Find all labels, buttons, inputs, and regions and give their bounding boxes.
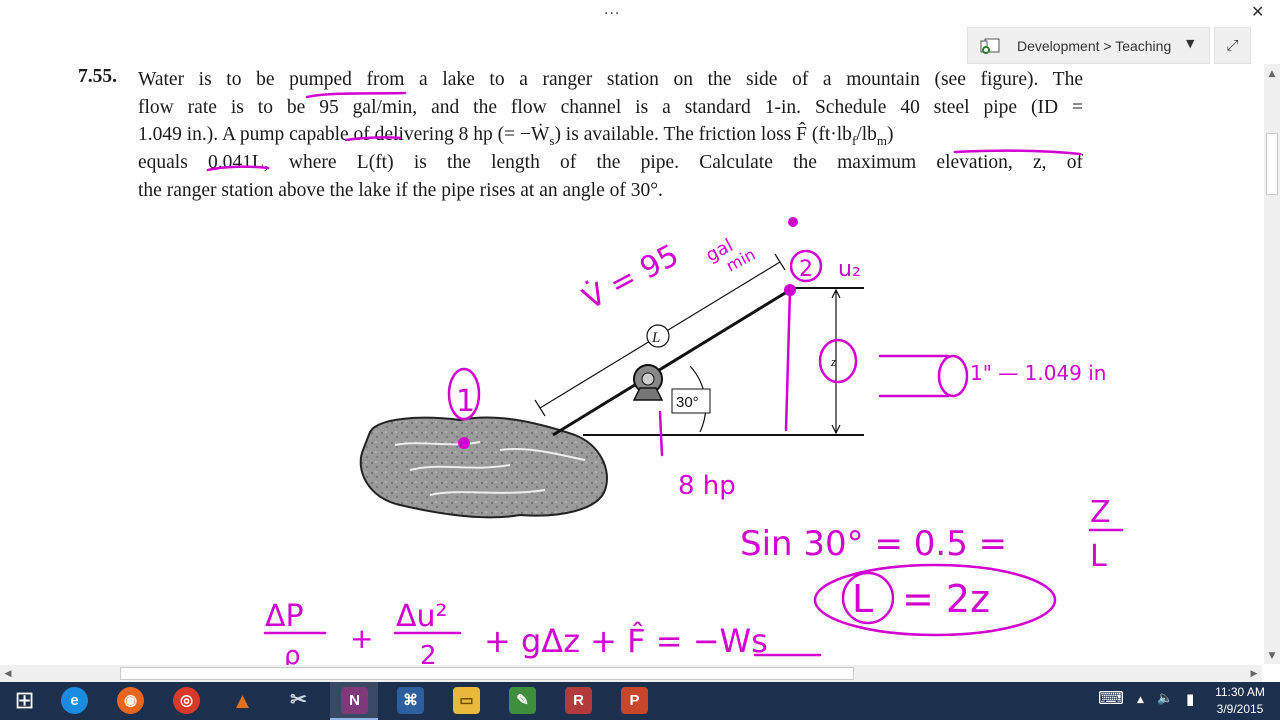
taskbar-matlab[interactable]: ▲ [218,682,266,720]
clock-time[interactable]: 11:30 AM [1210,685,1270,699]
figure-canvas: L z 30° 1 2 u₂ V̇ = 95 gal min 8 hp 1" —… [206,91,1124,665]
flow-dot [788,217,798,227]
underline [344,136,402,142]
pipe-size-label: 1" — 1.049 in [970,361,1106,385]
scroll-right-arrow-icon[interactable]: ▶ [1246,666,1262,682]
energy-rho: ρ [284,641,301,665]
taskbar-network-app[interactable]: ⌘ [386,682,434,720]
pump-icon [632,364,664,401]
pipe-sketch-end [937,354,969,398]
energy-dp: ΔP [265,599,304,634]
keyboard-icon[interactable]: ⌨ [1098,688,1124,709]
taskbar-snipping-tool[interactable]: ✂ [274,682,322,720]
taskbar-firefox[interactable]: ◉ [106,682,154,720]
folder-icon: ▭ [453,687,480,714]
taskbar-file-explorer[interactable]: ▭ [442,682,490,720]
fraction-numerator: Z [1090,495,1111,530]
volume-icon[interactable]: 🔈 [1157,691,1173,706]
taskbar-powerpoint[interactable]: P [610,682,658,720]
snipping-tool-icon: ✂ [290,689,307,711]
network-app-icon: ⌘ [397,687,424,714]
taskbar-paint[interactable]: ✎ [498,682,546,720]
point2-dot [784,284,796,296]
battery-icon[interactable]: ▮ [1186,690,1194,708]
pump-stroke [658,410,664,457]
chrome-icon: ◎ [173,687,200,714]
scroll-down-arrow-icon[interactable]: ▼ [1264,648,1280,664]
underline [953,149,1082,156]
z-circle [818,338,858,384]
sin-equation: Sin 30° = 0.5 = [740,524,1007,564]
vertical-scroll-thumb[interactable] [1266,133,1278,195]
taskbar-ie[interactable]: e [50,682,98,720]
scroll-up-arrow-icon[interactable]: ▲ [1264,66,1280,82]
point1-label: 1 [456,384,475,419]
energy-plus: + [350,622,373,655]
dimension-tick [534,399,546,417]
angle-label: 30° [676,394,699,411]
start-button[interactable]: ⊞ [0,682,48,720]
windows-icon: ⊞ [14,687,35,714]
taskbar: ⊞ e ◉ ◎ ▲ ✂ N ⌘ ▭ ✎ R P [0,682,1280,720]
point1-dot [458,437,470,449]
onenote-icon: N [341,687,368,714]
firefox-icon: ◉ [117,687,144,714]
taskbar-onenote[interactable]: N [330,682,378,720]
length-label: L [651,330,660,346]
height-label: z [830,354,836,369]
fraction-denominator: L [1090,539,1107,574]
L-equals-rest: = 2z [902,577,990,621]
u2-label: u₂ [838,257,861,282]
taskbar-chrome[interactable]: ◎ [162,682,210,720]
r-icon: R [565,687,592,714]
L-equals-L: L [852,577,873,621]
matlab-icon: ▲ [231,688,254,713]
energy-du: Δu² [396,599,448,634]
underline [206,165,270,172]
flow-label: V̇ = 95 [577,237,685,317]
powerpoint-icon: P [621,687,648,714]
energy-two: 2 [420,641,437,665]
pump-power-label: 8 hp [678,471,736,501]
dimension-tick [774,253,786,271]
point2-label: 2 [799,257,813,282]
scroll-left-arrow-icon[interactable]: ◀ [0,666,16,682]
height-stroke [784,288,792,432]
lake [359,416,608,519]
clock-date[interactable]: 3/9/2015 [1210,702,1270,716]
tray-chevron-icon[interactable]: ▲ [1137,695,1144,705]
underline [305,91,407,99]
internet-explorer-icon: e [61,687,88,714]
taskbar-r[interactable]: R [554,682,602,720]
horizontal-scroll-thumb[interactable] [120,667,854,680]
energy-rest: + gΔz + F̂ = −Ws [484,622,768,660]
paint-icon: ✎ [509,687,536,714]
